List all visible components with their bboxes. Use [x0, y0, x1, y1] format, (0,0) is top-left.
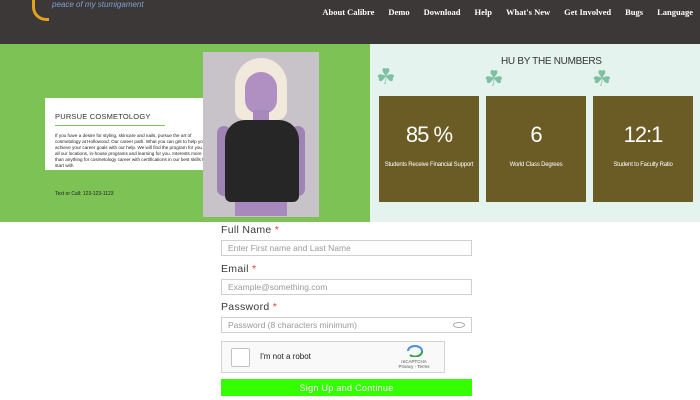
nav-demo[interactable]: Demo	[381, 7, 416, 17]
password-input[interactable]	[221, 317, 472, 333]
card-divider	[55, 125, 165, 126]
site-logo[interactable]: peace of my stumigament	[30, 0, 144, 24]
stat-value: 85 %	[405, 122, 453, 147]
stat-label: Student to Faculty Ratio	[613, 162, 673, 168]
logo-text: peace of my stumigament	[52, 0, 144, 9]
show-password-icon[interactable]	[453, 322, 465, 328]
recaptcha-brand: reCAPTCHA Privacy - Terms	[398, 359, 430, 369]
password-label: Password *	[221, 301, 278, 313]
clover-icon: ☘	[376, 64, 396, 89]
stat-ratio: 12:1 Student to Faculty Ratio	[593, 96, 693, 202]
signup-submit-button[interactable]: Sign Up and Continue	[221, 379, 472, 396]
nav-about-calibre[interactable]: About Calibre	[315, 7, 381, 17]
photo-midriff	[235, 202, 287, 216]
stat-label: Students Receive Financial Support	[384, 162, 474, 168]
stats-title: HU BY THE NUMBERS	[501, 56, 602, 67]
stat-value: 12:1	[623, 122, 664, 147]
email-label: Email *	[221, 263, 257, 275]
full-name-input[interactable]	[221, 240, 472, 256]
stat-value: 6	[530, 122, 542, 147]
stat-financial-support: 85 % Students Receive Financial Support	[379, 96, 479, 202]
photo-face	[245, 72, 277, 114]
clover-icon: ☘	[484, 66, 504, 91]
student-photo	[203, 52, 319, 217]
recaptcha-widget: I'm not a robot reCAPTCHA Privacy - Terms	[221, 341, 445, 373]
card-description: If you have a desire for styling, skinca…	[55, 133, 207, 168]
photo-shirt	[225, 120, 299, 202]
top-navigation-bar: peace of my stumigament About Calibre De…	[0, 0, 700, 44]
nav-language[interactable]: Language	[650, 7, 700, 17]
nav-get-involved[interactable]: Get Involved	[557, 7, 618, 17]
email-input[interactable]	[221, 279, 472, 295]
card-phone: Text or Call: 123-123-1123	[55, 191, 114, 197]
full-name-label: Full Name *	[221, 224, 280, 236]
nav-bugs[interactable]: Bugs	[618, 7, 650, 17]
stat-label: World Class Degrees	[509, 162, 563, 168]
recaptcha-label: I'm not a robot	[260, 352, 311, 361]
main-nav: About Calibre Demo Download Help What's …	[315, 0, 700, 24]
recaptcha-checkbox[interactable]	[231, 348, 250, 367]
card-title: PURSUE COSMETOLOGY	[55, 112, 151, 121]
nav-help[interactable]: Help	[467, 7, 498, 17]
stat-degrees: 6 World Class Degrees	[486, 96, 586, 202]
nav-download[interactable]: Download	[417, 7, 468, 17]
clover-icon: ☘	[592, 66, 612, 91]
logo-mark-icon	[32, 0, 49, 21]
recaptcha-logo-icon	[407, 345, 423, 357]
nav-whats-new[interactable]: What's New	[499, 7, 557, 17]
